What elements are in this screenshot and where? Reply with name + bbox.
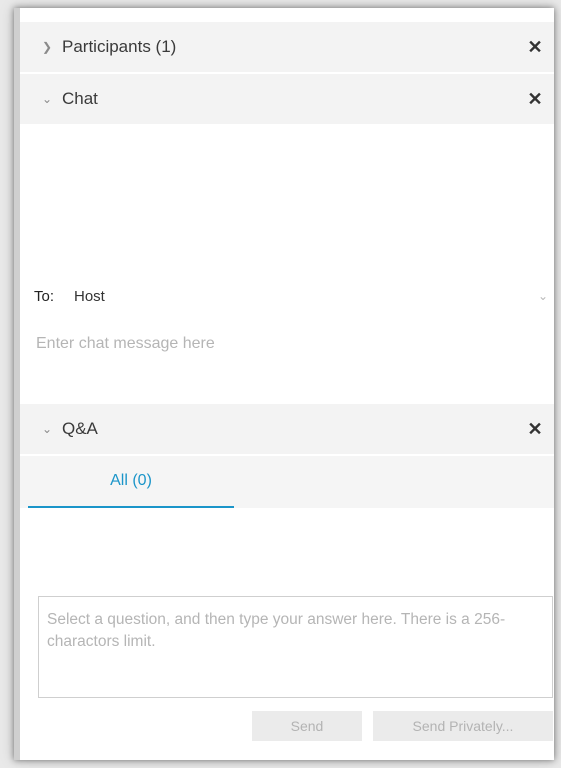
chevron-down-icon[interactable]: ⌄ bbox=[40, 422, 54, 436]
chat-message-input[interactable] bbox=[34, 326, 540, 362]
close-participants-icon[interactable]: ✕ bbox=[524, 37, 546, 58]
qa-header[interactable]: ⌄ Q&A ✕ bbox=[20, 404, 554, 454]
chat-recipient-row[interactable]: To: Host ⌄ bbox=[20, 278, 554, 314]
chat-title: Chat bbox=[62, 89, 98, 108]
answer-box bbox=[38, 596, 553, 698]
participants-title: Participants (1) bbox=[62, 37, 177, 56]
recipient-select[interactable]: Host bbox=[74, 288, 538, 305]
qa-title: Q&A bbox=[62, 419, 98, 438]
panel-window: ❯ Participants (1) ✕ ⌄ Chat ✕ To: Host ⌄… bbox=[14, 8, 554, 760]
chevron-down-icon[interactable]: ⌄ bbox=[538, 289, 548, 303]
chat-messages-area bbox=[20, 126, 554, 274]
send-privately-button[interactable]: Send Privately... bbox=[373, 711, 553, 741]
tab-all[interactable]: All (0) bbox=[28, 456, 234, 508]
chevron-down-icon[interactable]: ⌄ bbox=[40, 92, 54, 106]
chevron-right-icon[interactable]: ❯ bbox=[40, 40, 54, 54]
close-chat-icon[interactable]: ✕ bbox=[524, 89, 546, 110]
side-panel: ❯ Participants (1) ✕ ⌄ Chat ✕ To: Host ⌄… bbox=[20, 8, 554, 760]
qa-tab-bar: All (0) bbox=[20, 456, 554, 508]
participants-header[interactable]: ❯ Participants (1) ✕ bbox=[20, 22, 554, 72]
close-qa-icon[interactable]: ✕ bbox=[524, 419, 546, 440]
send-button[interactable]: Send bbox=[252, 711, 362, 741]
to-label: To: bbox=[34, 287, 55, 305]
chat-header[interactable]: ⌄ Chat ✕ bbox=[20, 74, 554, 124]
answer-input[interactable] bbox=[39, 597, 552, 697]
